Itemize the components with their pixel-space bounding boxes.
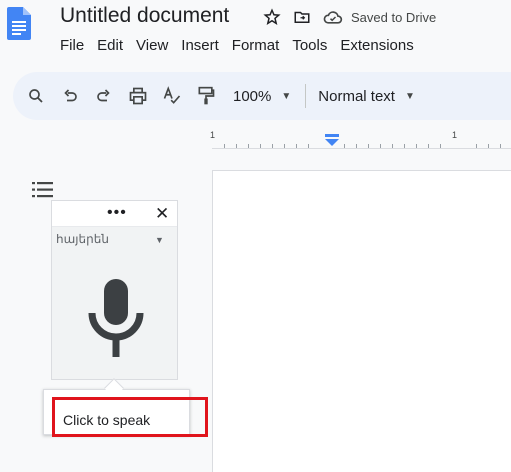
menu-edit[interactable]: Edit	[97, 37, 123, 54]
saved-status: Saved to Drive	[351, 9, 437, 25]
redo-icon	[97, 89, 110, 102]
spellcheck-icon	[163, 86, 181, 104]
search-icon	[29, 89, 43, 103]
print-button[interactable]	[127, 85, 149, 107]
menu-file[interactable]: File	[60, 37, 84, 54]
close-button[interactable]: ✕	[155, 204, 169, 224]
voice-typing-panel: ••• ✕ հայերեն ▼	[51, 200, 178, 380]
paint-format-icon	[198, 86, 215, 105]
spellcheck-button[interactable]	[161, 85, 183, 107]
language-select[interactable]: հայերեն ▼	[52, 227, 177, 253]
chevron-down-icon: ▼	[281, 90, 292, 102]
menu-insert[interactable]: Insert	[181, 37, 219, 54]
move-folder-icon[interactable]	[293, 8, 311, 26]
star-icon[interactable]	[263, 8, 281, 26]
document-outline-icon[interactable]	[32, 181, 54, 199]
language-value: հայերեն	[56, 232, 109, 246]
undo-icon	[64, 89, 77, 102]
ruler-label: 1	[452, 130, 458, 140]
ruler-label: 1	[210, 130, 216, 140]
highlight-box	[52, 397, 208, 437]
toolbar: 100% ▼ Normal text ▼	[13, 72, 511, 120]
paragraph-style-value: Normal text	[318, 87, 395, 105]
horizontal-ruler[interactable]: 1 1	[210, 130, 511, 152]
chevron-down-icon: ▼	[155, 235, 164, 245]
menu-format[interactable]: Format	[232, 37, 280, 54]
microphone-icon[interactable]	[88, 279, 144, 359]
undo-button[interactable]	[59, 85, 81, 107]
zoom-value: 100%	[233, 87, 272, 105]
menu-extensions[interactable]: Extensions	[340, 37, 413, 54]
document-title[interactable]: Untitled document	[60, 4, 229, 28]
chevron-down-icon: ▼	[404, 90, 415, 102]
google-docs-logo-icon[interactable]	[7, 7, 31, 40]
indent-marker-icon[interactable]	[325, 134, 339, 146]
more-options-button[interactable]: •••	[107, 204, 127, 222]
menu-tools[interactable]: Tools	[292, 37, 327, 54]
toolbar-divider	[305, 84, 307, 108]
paint-format-button[interactable]	[195, 85, 217, 107]
menu-view[interactable]: View	[136, 37, 168, 54]
print-icon	[129, 87, 147, 105]
cloud-saved-icon[interactable]	[323, 8, 343, 26]
zoom-select[interactable]: 100% ▼	[233, 88, 291, 105]
menu-bar: File Edit View Insert Format Tools Exten…	[60, 37, 427, 54]
paragraph-style-select[interactable]: Normal text ▼	[318, 88, 415, 105]
title-actions: Saved to Drive	[263, 6, 436, 28]
search-menus-button[interactable]	[25, 85, 47, 107]
voice-typing-header: ••• ✕	[52, 201, 177, 227]
document-page[interactable]	[212, 170, 511, 472]
redo-button[interactable]	[93, 85, 115, 107]
